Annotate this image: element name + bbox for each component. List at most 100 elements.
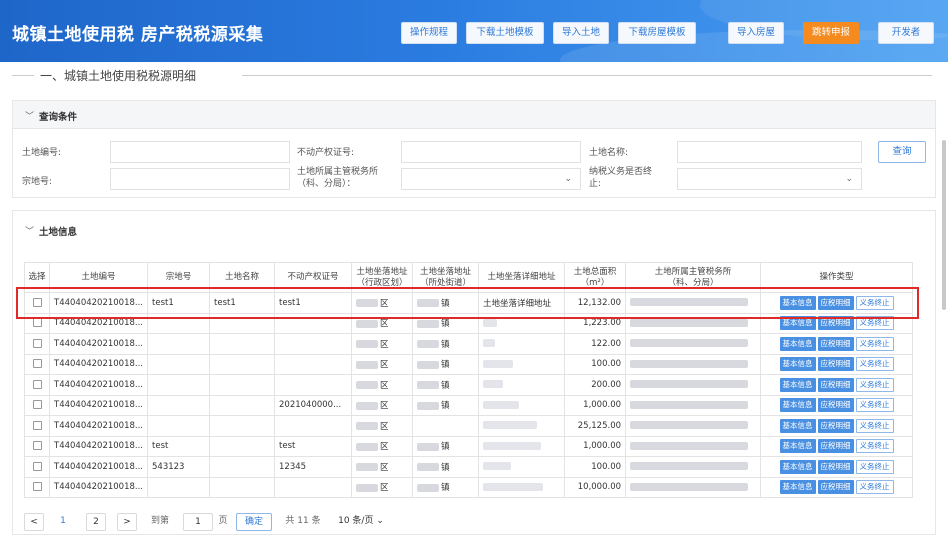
- table-row[interactable]: T44040420210018... 区 镇 100.00 基本信息 应税明细 义务终止: [24, 353, 914, 375]
- redacted-text: [417, 483, 440, 492]
- cell-actions: 基本信息 应税明细 义务终止: [760, 476, 914, 498]
- cell-name: [209, 435, 276, 457]
- cell-actions: 基本信息 应税明细 义务终止: [760, 353, 914, 375]
- table-row[interactable]: T44040420210018... 区 镇 200.00 基本信息 应税明细 义务终止: [24, 374, 914, 396]
- row-checkbox[interactable]: [32, 420, 42, 430]
- terminate-obligation-button[interactable]: 义务终止: [855, 459, 894, 474]
- basic-info-button[interactable]: 基本信息: [779, 418, 816, 433]
- row-checkbox-cell[interactable]: [24, 435, 50, 457]
- query-button[interactable]: 查询: [878, 141, 926, 163]
- row-checkbox[interactable]: [32, 441, 42, 451]
- divider: [242, 75, 932, 76]
- land-name-input[interactable]: [677, 141, 862, 163]
- prev-page-button[interactable]: <: [24, 513, 44, 531]
- obligation-select[interactable]: ⌄: [677, 168, 862, 190]
- scrollbar[interactable]: [942, 140, 946, 310]
- terminate-obligation-button[interactable]: 义务终止: [855, 398, 894, 413]
- property-cert-input[interactable]: [401, 141, 581, 163]
- tax-office-select[interactable]: ⌄: [401, 168, 581, 190]
- import-house-button[interactable]: 导入房屋: [728, 22, 784, 44]
- redacted-text: [356, 381, 379, 390]
- basic-info-button[interactable]: 基本信息: [779, 480, 816, 495]
- table-row[interactable]: T44040420210018... 区 镇 122.00 基本信息 应税明细 义务终止: [24, 333, 914, 355]
- row-checkbox[interactable]: [32, 400, 42, 410]
- taxable-detail-button[interactable]: 应税明细: [817, 336, 854, 351]
- land-info-panel-header[interactable]: ﹀ 土地信息: [13, 211, 935, 245]
- basic-info-button[interactable]: 基本信息: [779, 357, 816, 372]
- row-checkbox-cell[interactable]: [24, 333, 50, 355]
- row-checkbox-cell[interactable]: [24, 476, 50, 498]
- confirm-goto-button[interactable]: 确定: [236, 513, 272, 531]
- taxable-detail-button[interactable]: 应税明细: [817, 480, 854, 495]
- row-checkbox-cell[interactable]: [24, 353, 50, 375]
- redacted-text: [630, 462, 749, 471]
- cell-street: 镇: [412, 435, 480, 457]
- cell-land-no: T44040420210018...: [48, 456, 149, 478]
- cell-area: 100.00: [564, 456, 627, 478]
- row-checkbox[interactable]: [32, 482, 42, 492]
- land-info-panel-title: 土地信息: [39, 227, 78, 238]
- operation-guide-button[interactable]: 操作规程: [401, 22, 457, 44]
- redacted-text: [630, 359, 749, 368]
- parcel-no-input[interactable]: [110, 168, 290, 190]
- import-land-button[interactable]: 导入土地: [553, 22, 609, 44]
- basic-info-button[interactable]: 基本信息: [779, 377, 816, 392]
- row-checkbox[interactable]: [32, 318, 42, 328]
- taxable-detail-button[interactable]: 应税明细: [817, 439, 854, 454]
- cell-tax-office: [625, 435, 762, 457]
- cell-tax-office: [625, 374, 762, 396]
- land-no-label: 土地编号:: [22, 148, 62, 158]
- terminate-obligation-button[interactable]: 义务终止: [855, 357, 894, 372]
- parcel-no-label: 宗地号:: [22, 177, 53, 187]
- cell-name: [209, 353, 276, 375]
- cell-area: 1,000.00: [564, 435, 627, 457]
- chevron-down-icon: ⌄: [564, 174, 572, 184]
- table-row[interactable]: T44040420210018... test test 区镇 1,000.00 基本信息…: [24, 435, 914, 457]
- page-size-select[interactable]: 10 条/页 ⌄: [328, 513, 394, 531]
- cell-actions: 基本信息 应税明细 义务终止: [760, 435, 914, 457]
- street-suffix: 镇: [441, 462, 450, 473]
- table-row[interactable]: T44040420210018... 区 25,125.00 基本信息 应税明细 义务终止: [24, 415, 914, 437]
- redacted-text: [417, 442, 440, 451]
- basic-info-button[interactable]: 基本信息: [779, 398, 816, 413]
- row-checkbox-cell[interactable]: [24, 456, 50, 478]
- cell-street: 镇: [412, 374, 480, 396]
- terminate-obligation-button[interactable]: 义务终止: [855, 336, 894, 351]
- redacted-text: [417, 319, 440, 328]
- taxable-detail-button[interactable]: 应税明细: [817, 377, 854, 392]
- table-row[interactable]: T44040420210018... 543123 12345 区 镇 100.00 基本信…: [24, 456, 914, 478]
- page-2-button[interactable]: 2: [86, 513, 106, 531]
- table-row[interactable]: T44040420210018... 2021040000... 区 镇 1,000.0…: [24, 394, 914, 416]
- row-checkbox[interactable]: [32, 379, 42, 389]
- page-1-link[interactable]: 1: [56, 513, 70, 531]
- terminate-obligation-button[interactable]: 义务终止: [855, 377, 894, 392]
- basic-info-button[interactable]: 基本信息: [779, 336, 816, 351]
- land-no-input[interactable]: [110, 141, 290, 163]
- download-house-template-button[interactable]: 下载房屋模板: [618, 22, 696, 44]
- download-land-template-button[interactable]: 下载土地模板: [466, 22, 544, 44]
- developer-button[interactable]: 开发者: [878, 22, 934, 44]
- cell-area: 200.00: [564, 374, 627, 396]
- taxable-detail-button[interactable]: 应税明细: [817, 398, 854, 413]
- basic-info-button[interactable]: 基本信息: [779, 459, 816, 474]
- cell-district: 区: [351, 415, 414, 437]
- taxable-detail-button[interactable]: 应税明细: [817, 459, 854, 474]
- taxable-detail-button[interactable]: 应税明细: [817, 418, 854, 433]
- row-checkbox-cell[interactable]: [24, 374, 50, 396]
- terminate-obligation-button[interactable]: 义务终止: [855, 418, 894, 433]
- terminate-obligation-button[interactable]: 义务终止: [855, 439, 894, 454]
- table-row[interactable]: T44040420210018... 区 镇 10,000.00 基本信息 应税明细 义务终…: [24, 476, 914, 498]
- cell-parcel: test: [147, 435, 211, 457]
- row-checkbox[interactable]: [32, 359, 42, 369]
- taxable-detail-button[interactable]: 应税明细: [817, 357, 854, 372]
- basic-info-button[interactable]: 基本信息: [779, 439, 816, 454]
- row-checkbox-cell[interactable]: [24, 415, 50, 437]
- goto-page-input[interactable]: 1: [183, 513, 213, 531]
- row-checkbox-cell[interactable]: [24, 394, 50, 416]
- next-page-button[interactable]: >: [117, 513, 137, 531]
- query-panel-header[interactable]: ﹀ 查询条件: [13, 101, 935, 129]
- row-checkbox[interactable]: [32, 338, 42, 348]
- terminate-obligation-button[interactable]: 义务终止: [855, 480, 894, 495]
- row-checkbox[interactable]: [32, 461, 42, 471]
- jump-declare-button[interactable]: 跳转申报: [803, 22, 859, 44]
